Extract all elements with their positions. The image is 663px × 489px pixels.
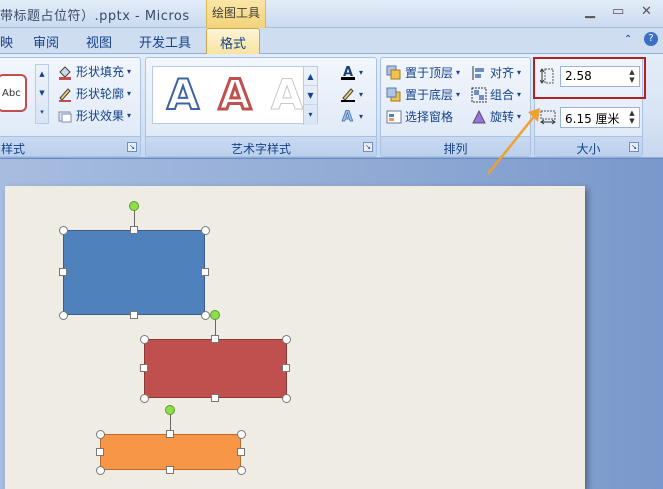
resize-handle[interactable] [166, 430, 174, 438]
shape-styles-group: Abc ▲ ▼ ▾ 形状填充 ▾ 形状轮廓 ▾ 形状效果 ▾ 样式 ↘ [0, 57, 141, 157]
resize-handle[interactable] [237, 466, 246, 475]
dialog-launcher-icon[interactable]: ↘ [363, 142, 373, 152]
resize-handle[interactable] [201, 226, 210, 235]
resize-handle[interactable] [140, 335, 149, 344]
shape-width-input[interactable]: 6.15 厘米 ▲ ▼ [560, 107, 640, 128]
resize-handle[interactable] [59, 226, 68, 235]
text-effects-icon: A [340, 108, 356, 126]
shape-style-preview[interactable]: Abc [0, 74, 27, 112]
window-title: 带标题占位符）.pptx - Micros [0, 9, 190, 24]
tab-developer[interactable]: 开发工具 [139, 32, 191, 51]
resize-handle[interactable] [166, 466, 174, 474]
resize-handle[interactable] [201, 311, 210, 320]
tab-review[interactable]: 审阅 [33, 32, 59, 51]
pencil-icon [57, 86, 73, 102]
ribbon-tabs: 映 审阅 视图 开发工具 格式 ⌃ ? [0, 28, 663, 55]
shape-outline-button[interactable]: 形状轮廓 ▾ [57, 85, 131, 102]
resize-handle[interactable] [140, 394, 149, 403]
orange-rectangle-shape[interactable] [100, 434, 241, 470]
resize-handle[interactable] [282, 364, 290, 372]
minimize-icon[interactable]: ▁ [585, 4, 595, 19]
drawing-tools-context-label: 绘图工具 [206, 0, 266, 28]
shape-effects-icon [57, 108, 73, 124]
size-label: 大小 [535, 136, 642, 156]
paint-bucket-icon [57, 64, 73, 80]
help-icon[interactable]: ? [644, 32, 658, 46]
shape-fill-button[interactable]: 形状填充 ▾ [57, 63, 131, 80]
tab-view[interactable]: 视图 [86, 32, 112, 51]
resize-handle[interactable] [211, 335, 219, 343]
resize-handle[interactable] [59, 311, 68, 320]
resize-handle[interactable] [282, 394, 291, 403]
resize-handle[interactable] [130, 311, 138, 319]
resize-handle[interactable] [96, 448, 104, 456]
tab-format[interactable]: 格式 [206, 28, 261, 55]
tab-slideshow[interactable]: 映 [0, 32, 13, 51]
bring-to-front-icon [386, 65, 402, 81]
text-fill-icon: A [340, 64, 356, 80]
dialog-launcher-icon[interactable]: ↘ [127, 142, 137, 152]
send-to-back-button[interactable]: 置于底层 ▾ [386, 86, 460, 103]
wordart-styles-group: A A A ▲ ▼ ▾ A ▾ ▾ A ▾ 艺术字样式 ↘ [145, 57, 377, 157]
resize-handle[interactable] [282, 335, 291, 344]
resize-handle[interactable] [96, 466, 105, 475]
resize-handle[interactable] [96, 430, 105, 439]
resize-handle[interactable] [211, 394, 219, 402]
text-effects-button[interactable]: A ▾ [340, 108, 363, 126]
resize-handle[interactable] [201, 268, 209, 276]
resize-handle[interactable] [237, 430, 246, 439]
bring-to-front-button[interactable]: 置于顶层 ▾ [386, 64, 460, 81]
blue-rectangle-shape[interactable] [63, 230, 205, 315]
wordart-gallery: A A A ▲ ▼ ▾ [152, 66, 318, 125]
slide-canvas[interactable] [5, 186, 585, 489]
wordart-styles-label: 艺术字样式 [146, 136, 376, 156]
wordart-gallery-scroll[interactable]: ▲ ▼ ▾ [303, 67, 317, 125]
red-rectangle-shape[interactable] [144, 339, 287, 398]
align-button[interactable]: 对齐 ▾ [471, 64, 521, 81]
ribbon: Abc ▲ ▼ ▾ 形状填充 ▾ 形状轮廓 ▾ 形状效果 ▾ 样式 ↘ A A … [0, 54, 663, 158]
rotate-handle[interactable] [210, 310, 220, 320]
resize-handle[interactable] [237, 448, 245, 456]
ribbon-minimize-icon[interactable]: ⌃ [624, 34, 632, 45]
height-highlight-box [533, 57, 646, 99]
shape-effects-button[interactable]: 形状效果 ▾ [57, 107, 131, 124]
resize-handle[interactable] [130, 226, 138, 234]
maximize-icon[interactable]: ▭ [612, 4, 624, 19]
shape-styles-label: 样式 [0, 136, 140, 156]
annotation-arrow-icon [487, 108, 540, 175]
style-gallery-scroll[interactable]: ▲ ▼ ▾ [35, 64, 49, 124]
width-spinner[interactable]: ▲ ▼ [627, 109, 637, 125]
wordart-sample-outline-red[interactable]: A [211, 69, 259, 120]
resize-handle[interactable] [59, 268, 67, 276]
rotate-handle[interactable] [129, 201, 139, 211]
text-outline-button[interactable]: ▾ [340, 86, 363, 102]
resize-handle[interactable] [140, 364, 148, 372]
title-bar: 带标题占位符）.pptx - Micros 绘图工具 ▁ ▭ ✕ [0, 0, 663, 28]
text-outline-icon [340, 86, 356, 102]
text-fill-button[interactable]: A ▾ [340, 64, 363, 80]
svg-text:A: A [342, 109, 353, 124]
align-icon [471, 65, 487, 81]
wordart-sample-outline-blue[interactable]: A [159, 70, 207, 120]
selection-pane-icon [386, 109, 402, 125]
selection-pane-button[interactable]: 选择窗格 [386, 108, 453, 125]
close-icon[interactable]: ✕ [641, 4, 652, 19]
rotate-handle[interactable] [165, 405, 175, 415]
dialog-launcher-icon[interactable]: ↘ [629, 142, 639, 152]
send-to-back-icon [386, 87, 402, 103]
